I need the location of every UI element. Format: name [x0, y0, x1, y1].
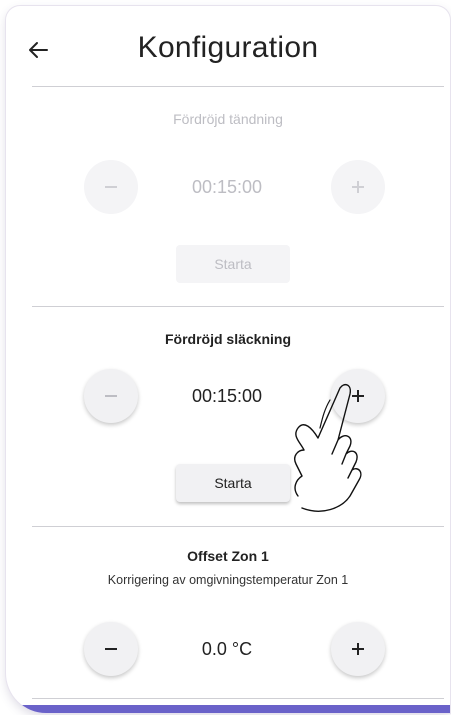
- section-delayed-ignition: Fördröjd tändning 00:15:00 Starta: [6, 86, 450, 306]
- bottom-accent-bar: [6, 705, 450, 713]
- decrement-button[interactable]: [84, 160, 138, 214]
- plus-icon: [352, 181, 364, 193]
- increment-button[interactable]: [331, 622, 385, 676]
- start-button[interactable]: Starta: [176, 464, 290, 502]
- start-button[interactable]: Starta: [176, 245, 290, 283]
- section-subtitle: Korrigering av omgivningstemperatur Zon …: [107, 573, 349, 587]
- plus-icon: [352, 390, 364, 402]
- value-display: 00:15:00: [191, 386, 263, 406]
- header: Konfiguration: [6, 6, 450, 90]
- minus-icon: [105, 395, 117, 397]
- divider: [32, 698, 444, 699]
- section-offset-zone-1: Offset Zon 1 Korrigering av omgivningste…: [6, 526, 450, 706]
- section-title: Offset Zon 1: [187, 548, 269, 564]
- increment-button[interactable]: [331, 369, 385, 423]
- section-delayed-shutoff: Fördröjd släckning 00:15:00 Starta: [6, 306, 450, 526]
- section-title: Fördröjd släckning: [164, 331, 291, 347]
- value-display: 0.0 °C: [201, 639, 253, 659]
- app-window: Konfiguration Fördröjd tändning 00:15:00…: [6, 6, 450, 713]
- minus-icon: [105, 186, 117, 188]
- increment-button[interactable]: [331, 160, 385, 214]
- minus-icon: [105, 648, 117, 650]
- plus-icon: [352, 643, 364, 655]
- decrement-button[interactable]: [84, 369, 138, 423]
- page-title: Konfiguration: [137, 31, 319, 64]
- value-display: 00:15:00: [191, 177, 263, 197]
- decrement-button[interactable]: [84, 622, 138, 676]
- section-title: Fördröjd tändning: [173, 111, 283, 127]
